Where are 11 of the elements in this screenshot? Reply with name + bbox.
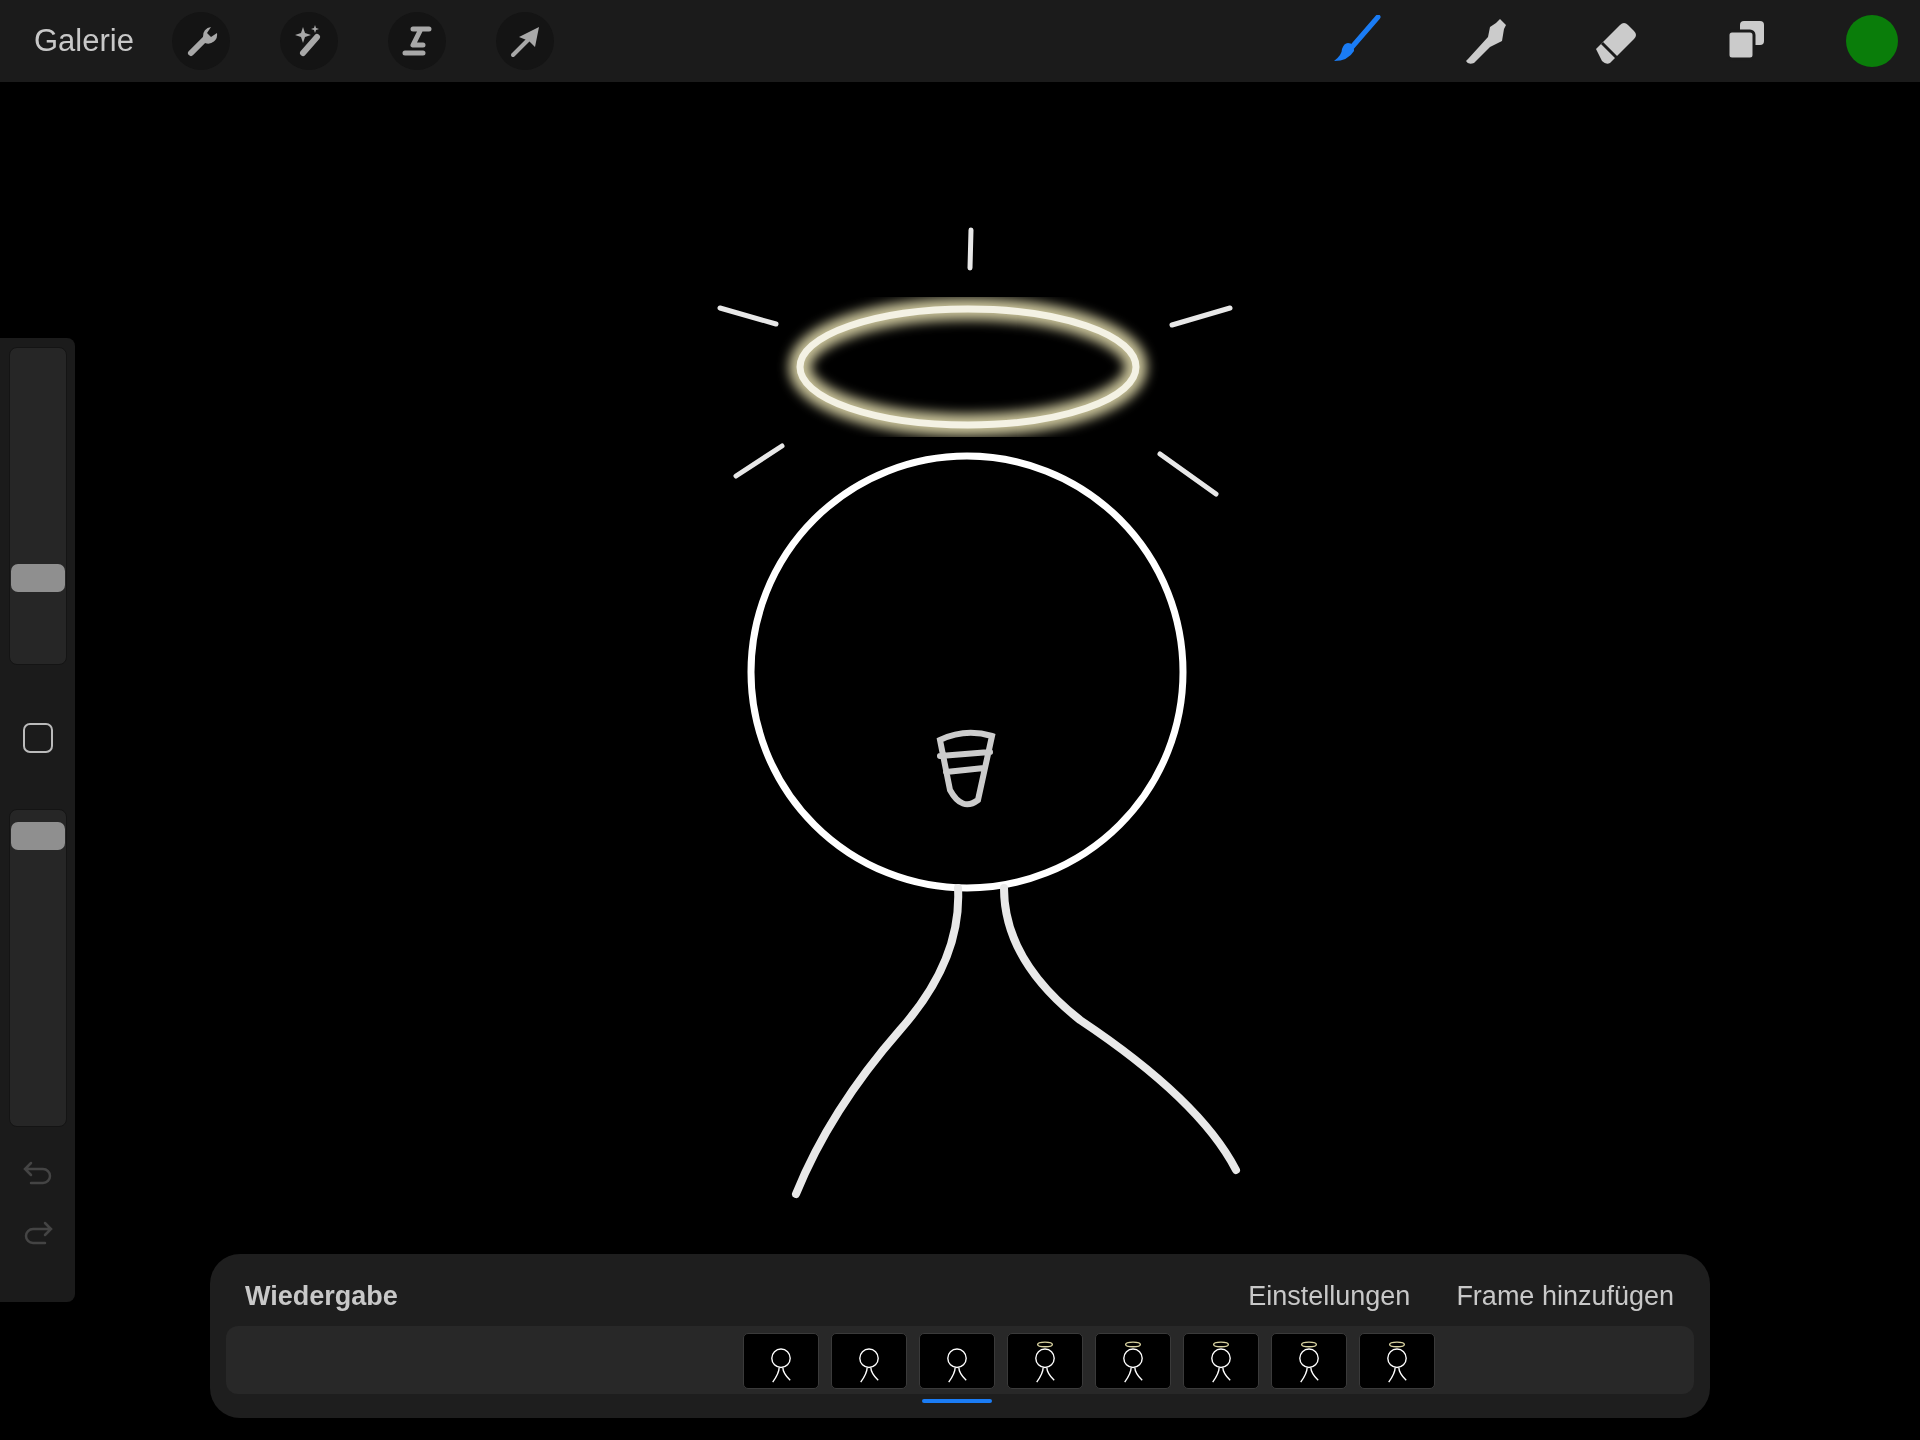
- add-frame-link[interactable]: Frame hinzufügen: [1456, 1280, 1674, 1312]
- slider-thumb[interactable]: [10, 564, 65, 592]
- gallery-link[interactable]: Galerie: [34, 23, 134, 59]
- modify-square-button[interactable]: [22, 723, 53, 753]
- settings-link[interactable]: Einstellungen: [1248, 1280, 1411, 1312]
- frame-thumbnail[interactable]: [919, 1333, 995, 1403]
- opacity-slider[interactable]: [8, 809, 67, 1127]
- playback-label[interactable]: Wiedergabe: [245, 1280, 1203, 1312]
- slider-thumb[interactable]: [10, 821, 65, 850]
- color-swatch[interactable]: [1846, 15, 1898, 67]
- brush-size-slider[interactable]: [8, 347, 67, 665]
